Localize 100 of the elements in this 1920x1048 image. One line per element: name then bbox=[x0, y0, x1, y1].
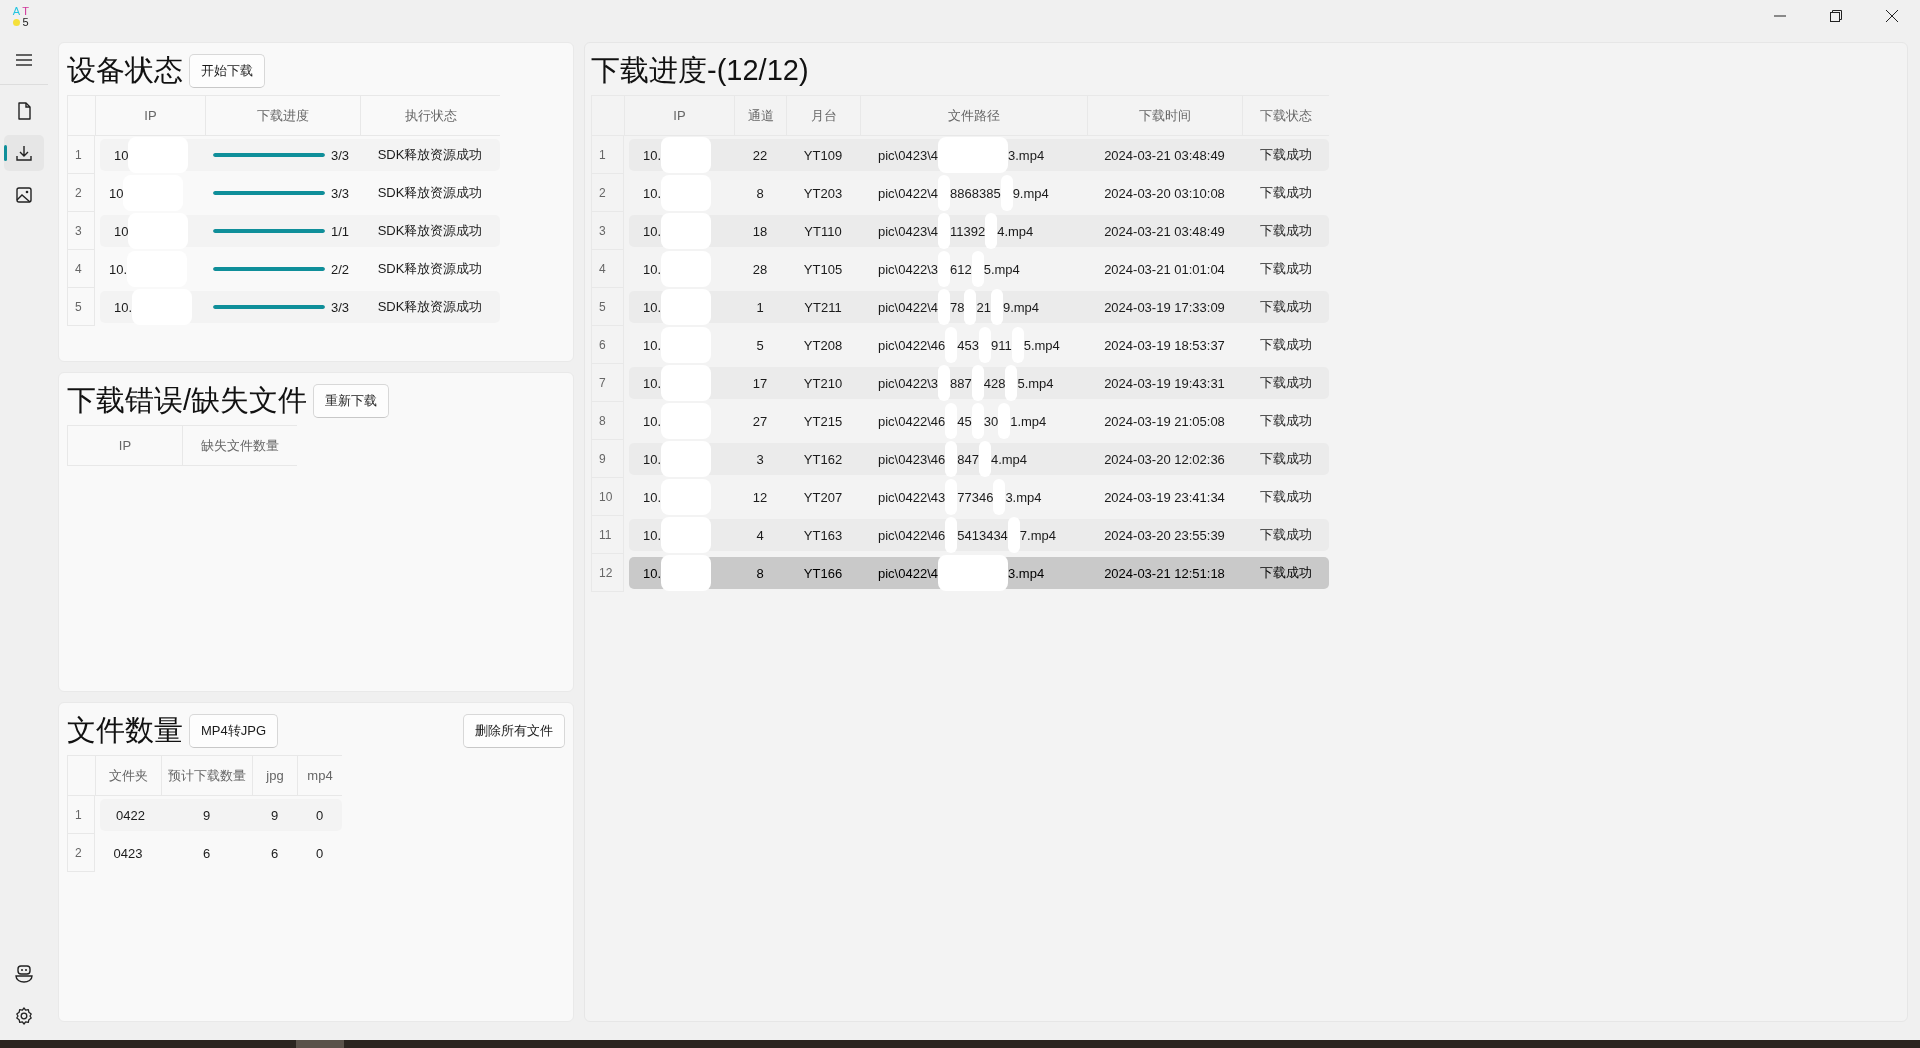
row-number: 4 bbox=[67, 250, 95, 288]
download-icon bbox=[14, 143, 34, 163]
table-cell: SDK释放资源成功 bbox=[377, 222, 483, 240]
table-cell: 9 bbox=[202, 807, 211, 823]
path-fragment: pic\0422\46 bbox=[878, 337, 946, 353]
table-cell: 27 bbox=[752, 413, 768, 429]
table-cell: 10. bbox=[643, 147, 662, 163]
row-number: 1 bbox=[67, 136, 95, 174]
path-fragment: pic\0422\46 bbox=[878, 527, 946, 543]
row-number: 5 bbox=[591, 288, 624, 326]
progress-count: 3/3 bbox=[331, 147, 350, 163]
table-cell: 10. bbox=[114, 299, 133, 315]
restore-icon bbox=[1829, 9, 1843, 23]
progress-count: 2/2 bbox=[331, 261, 350, 277]
table-cell: 10 bbox=[109, 185, 124, 201]
table-cell: 28 bbox=[752, 261, 768, 277]
column-header: 缺失文件数量 bbox=[182, 425, 297, 466]
table-cell: YT210 bbox=[803, 375, 843, 391]
panel-title: 下载进度-(12/12) bbox=[591, 53, 809, 88]
table-cell: 2024-03-19 21:05:08 bbox=[1104, 413, 1225, 429]
table-cell: 8 bbox=[756, 185, 764, 201]
row-number: 6 bbox=[591, 326, 624, 364]
panel-title: 下载错误/缺失文件 bbox=[67, 383, 308, 418]
row-number: 10 bbox=[591, 478, 624, 516]
path-fragment: 8868385 bbox=[950, 185, 1001, 201]
column-header: 通道 bbox=[734, 95, 786, 136]
column-header: 执行状态 bbox=[360, 95, 500, 136]
path-fragment: 30 bbox=[983, 413, 999, 429]
path-fragment: 911 bbox=[990, 337, 1012, 353]
column-header: 月台 bbox=[786, 95, 860, 136]
table-cell: 6 bbox=[270, 845, 279, 861]
action-button[interactable]: 重新下载 bbox=[313, 384, 390, 418]
path-fragment: 7.mp4 bbox=[1019, 527, 1056, 543]
table-cell: 0 bbox=[315, 845, 324, 861]
table-cell: 下载成功 bbox=[1259, 146, 1312, 164]
table-cell: 10. bbox=[643, 375, 662, 391]
table-cell: 10. bbox=[643, 413, 662, 429]
row-number: 4 bbox=[591, 250, 624, 288]
table-cell: 下载成功 bbox=[1259, 260, 1312, 278]
table-cell: 3 bbox=[756, 451, 764, 467]
path-fragment: 21 bbox=[976, 299, 991, 315]
column-header: IP bbox=[67, 425, 182, 466]
action-button[interactable]: 开始下载 bbox=[189, 54, 265, 88]
table-cell: 10. bbox=[643, 299, 662, 315]
sidebar-item[interactable] bbox=[4, 135, 44, 171]
path-fragment: 3.mp4 bbox=[1005, 489, 1042, 505]
table-cell: 6 bbox=[202, 845, 211, 861]
column-header: 下载进度 bbox=[205, 95, 360, 136]
path-fragment: 77346 bbox=[957, 489, 994, 505]
table-cell: 22 bbox=[752, 147, 768, 163]
table-cell: SDK释放资源成功 bbox=[377, 298, 483, 316]
path-fragment: pic\0422\43 bbox=[878, 489, 946, 505]
table-cell: 18 bbox=[752, 223, 768, 239]
path-fragment: 847 bbox=[957, 451, 979, 467]
row-number: 2 bbox=[67, 834, 95, 872]
table-cell: 下载成功 bbox=[1259, 298, 1312, 316]
close-icon bbox=[1885, 9, 1899, 23]
column-header: 下载状态 bbox=[1242, 95, 1329, 136]
table-cell: 下载成功 bbox=[1259, 222, 1312, 240]
column-header: IP bbox=[95, 95, 205, 136]
progress-count: 3/3 bbox=[331, 299, 350, 315]
table-cell: 下载成功 bbox=[1259, 564, 1312, 582]
column-header: IP bbox=[624, 95, 734, 136]
path-fragment: pic\0423\4 bbox=[878, 147, 938, 163]
row-number: 5 bbox=[67, 288, 95, 326]
table-cell: YT110 bbox=[804, 223, 842, 239]
path-fragment: 453 bbox=[957, 337, 979, 353]
table-cell: YT208 bbox=[803, 337, 843, 353]
table-cell: 8 bbox=[756, 565, 764, 581]
row-number: 3 bbox=[67, 212, 95, 250]
table-cell: 0423 bbox=[113, 845, 143, 861]
path-fragment: 887 bbox=[950, 375, 972, 391]
path-fragment: 428 bbox=[983, 375, 1006, 391]
table-cell: 2024-03-21 01:01:04 bbox=[1104, 261, 1225, 277]
table-cell: YT207 bbox=[803, 489, 843, 505]
table-cell: SDK释放资源成功 bbox=[377, 146, 483, 164]
path-fragment: pic\0422\3 bbox=[878, 261, 938, 277]
column-header: jpg bbox=[252, 755, 297, 796]
table-cell: 10. bbox=[643, 223, 662, 239]
row-number: 1 bbox=[67, 796, 95, 834]
table-cell: 下载成功 bbox=[1259, 526, 1312, 544]
action-button[interactable]: MP4转JPG bbox=[189, 714, 278, 748]
table-cell: 2024-03-19 23:41:34 bbox=[1104, 489, 1225, 505]
table-cell: YT162 bbox=[803, 451, 843, 467]
path-fragment: 5413434 bbox=[957, 527, 1008, 543]
row-number: 2 bbox=[591, 174, 624, 212]
settings-icon bbox=[14, 1006, 34, 1026]
table-cell: 2024-03-19 18:53:37 bbox=[1104, 337, 1225, 353]
path-fragment: 4.mp4 bbox=[990, 451, 1028, 467]
row-number: 8 bbox=[591, 402, 624, 440]
path-fragment: 5.mp4 bbox=[983, 261, 1020, 277]
table-cell: 10. bbox=[643, 185, 662, 201]
table-cell: 12 bbox=[752, 489, 768, 505]
table-cell: 2024-03-19 19:43:31 bbox=[1104, 375, 1225, 391]
delete-all-button[interactable]: 删除所有文件 bbox=[463, 714, 565, 748]
table-cell: 1 bbox=[756, 299, 764, 315]
table-cell: YT166 bbox=[803, 565, 843, 581]
path-fragment: pic\0422\4 bbox=[878, 185, 938, 201]
table-cell: 10. bbox=[109, 261, 128, 277]
table-cell: 0422 bbox=[116, 807, 145, 823]
